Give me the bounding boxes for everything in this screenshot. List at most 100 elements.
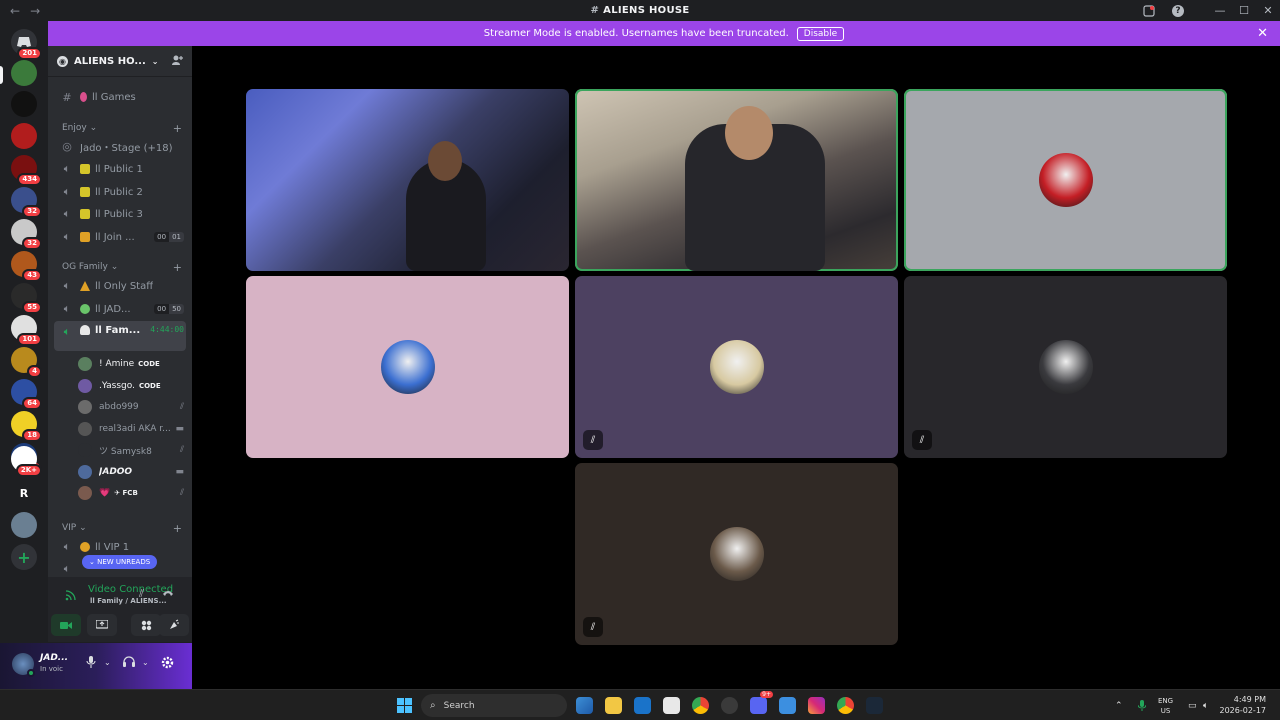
channel-games[interactable]: # ll Games xyxy=(54,87,186,107)
guild-tag: ✈ FCB xyxy=(114,489,138,497)
channel-join[interactable]: 🔈︎ ll Join ... 00 01 xyxy=(54,227,186,247)
server-icon[interactable]: 55 xyxy=(11,283,42,314)
category-label: OG Family xyxy=(62,262,108,272)
server-badge: 4 xyxy=(27,365,42,378)
home-button[interactable]: 201 xyxy=(11,29,42,60)
add-channel-icon[interactable]: + xyxy=(173,522,182,535)
banner-close-icon[interactable]: ✕ xyxy=(1257,26,1268,41)
noise-suppression-icon[interactable]: ⫽ xyxy=(139,587,144,601)
voice-member[interactable]: .Yassgo. CODE xyxy=(78,376,184,396)
server-icon[interactable] xyxy=(11,91,37,117)
avatar xyxy=(78,486,92,500)
maximize-button[interactable]: ☐ xyxy=(1232,0,1256,21)
server-icon[interactable]: 434 xyxy=(11,155,42,186)
voice-status[interactable]: Video Connected xyxy=(88,584,173,595)
channel-public-1[interactable]: 🔈︎ ll Public 1 xyxy=(54,159,186,179)
close-window-button[interactable]: ✕ xyxy=(1256,0,1280,21)
signal-icon[interactable] xyxy=(65,590,76,604)
outlook-icon[interactable] xyxy=(634,697,651,714)
steam-like-icon[interactable] xyxy=(721,697,738,714)
channel-only-staff[interactable]: 🔈︎ ll Only Staff xyxy=(54,276,186,296)
voice-member[interactable]: JADOO ▬ xyxy=(78,462,184,482)
invite-icon[interactable] xyxy=(171,54,183,69)
new-unreads-button[interactable]: ⌄ NEW UNREADS xyxy=(82,555,158,569)
speaker-icon: 🔈︎ xyxy=(63,207,71,220)
tile-avatar-red[interactable] xyxy=(904,89,1227,271)
screen-share-button[interactable] xyxy=(87,614,117,636)
channel-jad[interactable]: 🔈︎ ll JAD... 00 50 xyxy=(54,299,186,319)
disconnect-icon[interactable] xyxy=(162,587,174,600)
guild-header[interactable]: ◉ ALIENS HO... ⌄ xyxy=(48,46,192,77)
minimize-button[interactable]: — xyxy=(1208,0,1232,21)
instagram-icon[interactable] xyxy=(808,697,825,714)
tile-avatar-purple[interactable]: ⫽ xyxy=(575,276,898,458)
server-icon[interactable]: 4 xyxy=(11,347,42,378)
store-icon[interactable] xyxy=(663,697,680,714)
volume-icon[interactable]: 🔈︎ xyxy=(1203,690,1208,720)
inbox-icon[interactable] xyxy=(1142,4,1156,18)
taskbar-search[interactable]: ⌕ Search xyxy=(421,694,567,717)
channel-family[interactable]: 🔈︎ ll Fam... 4:44:00 xyxy=(54,321,186,351)
microphone-icon[interactable] xyxy=(86,656,96,671)
server-icon[interactable]: 43 xyxy=(11,251,42,282)
add-channel-icon[interactable]: + xyxy=(173,122,182,135)
channel-vip-1[interactable]: 🔈︎ ll VIP 1 xyxy=(54,537,186,557)
channel-public-3[interactable]: 🔈︎ ll Public 3 xyxy=(54,204,186,224)
warning-icon xyxy=(80,281,90,291)
tile-avatar-dark[interactable]: ⫽ xyxy=(904,276,1227,458)
guild-name: ALIENS HO... xyxy=(74,55,146,67)
chrome-icon[interactable] xyxy=(692,697,709,714)
server-icon[interactable] xyxy=(11,512,37,538)
user-name[interactable]: JAD... xyxy=(40,653,68,663)
mail-icon[interactable] xyxy=(779,697,796,714)
category-og-family[interactable]: OG Family ⌄ + xyxy=(62,260,182,274)
voice-channel-path[interactable]: ll Family / ALIENS... xyxy=(90,597,167,605)
server-icon[interactable]: 32 xyxy=(11,187,42,218)
chrome-profile-icon[interactable] xyxy=(837,697,854,714)
add-server-button[interactable]: + xyxy=(11,544,37,570)
server-icon[interactable]: 2K+ xyxy=(11,446,42,477)
tile-avatar-brown[interactable]: ⫽ xyxy=(575,463,898,645)
voice-member[interactable]: ! Amine CODE xyxy=(78,354,184,374)
tile-avatar-pink[interactable] xyxy=(246,276,569,458)
tile-camera-1[interactable] xyxy=(246,89,569,271)
channel-stage[interactable]: ◎ Jado・Stage (+18) xyxy=(54,136,186,156)
server-icon[interactable]: 32 xyxy=(11,219,42,250)
disable-streamer-button[interactable]: Disable xyxy=(796,26,845,41)
settings-gear-icon[interactable] xyxy=(161,656,174,672)
gallery-app-icon[interactable] xyxy=(576,697,593,714)
discord-icon[interactable]: 9+ xyxy=(750,691,773,714)
add-channel-icon[interactable]: + xyxy=(173,261,182,274)
server-icon[interactable]: 18 xyxy=(11,411,42,442)
activities-button[interactable] xyxy=(131,614,161,636)
channel-public-2[interactable]: 🔈︎ ll Public 2 xyxy=(54,182,186,202)
tray-mic-icon[interactable] xyxy=(1138,690,1146,720)
start-icon[interactable] xyxy=(397,698,412,713)
voice-member[interactable]: abdo999 ⫽ xyxy=(78,397,184,417)
server-icon[interactable]: R xyxy=(11,480,37,506)
audio-options-chevron-icon[interactable]: ⌄ xyxy=(142,658,149,667)
steam-icon[interactable] xyxy=(866,697,883,714)
server-icon[interactable] xyxy=(11,60,37,86)
voice-member[interactable]: 💗 ✈ FCB ⫽ xyxy=(78,483,184,503)
system-clock[interactable]: 4:49 PM 2026-02-17 xyxy=(1220,694,1267,716)
camera-button[interactable] xyxy=(51,614,81,636)
server-icon[interactable]: 101 xyxy=(11,315,42,346)
server-icon[interactable] xyxy=(11,123,37,149)
server-icon[interactable]: 64 xyxy=(11,379,42,410)
soundboard-button[interactable] xyxy=(159,614,189,636)
help-icon[interactable]: ? xyxy=(1172,4,1184,17)
category-enjoy[interactable]: Enjoy ⌄ + xyxy=(62,121,182,135)
muted-mic-icon: ⫽ xyxy=(583,617,603,637)
category-vip[interactable]: VIP ⌄ + xyxy=(62,521,182,535)
voice-member[interactable]: real3adi AKA r... ▬ xyxy=(78,419,184,439)
voice-member[interactable]: ツ Samysk8 ⫽ xyxy=(78,440,184,460)
network-icon[interactable]: ▭ xyxy=(1188,690,1197,720)
file-explorer-icon[interactable] xyxy=(605,697,622,714)
language-indicator[interactable]: ENG US xyxy=(1158,690,1173,720)
mic-options-chevron-icon[interactable]: ⌄ xyxy=(104,658,111,667)
tile-camera-2[interactable] xyxy=(575,89,898,271)
speaker-icon: 🔈︎ xyxy=(63,562,71,575)
tray-overflow-icon[interactable]: ⌃ xyxy=(1115,690,1123,720)
headphones-icon[interactable] xyxy=(123,656,135,670)
